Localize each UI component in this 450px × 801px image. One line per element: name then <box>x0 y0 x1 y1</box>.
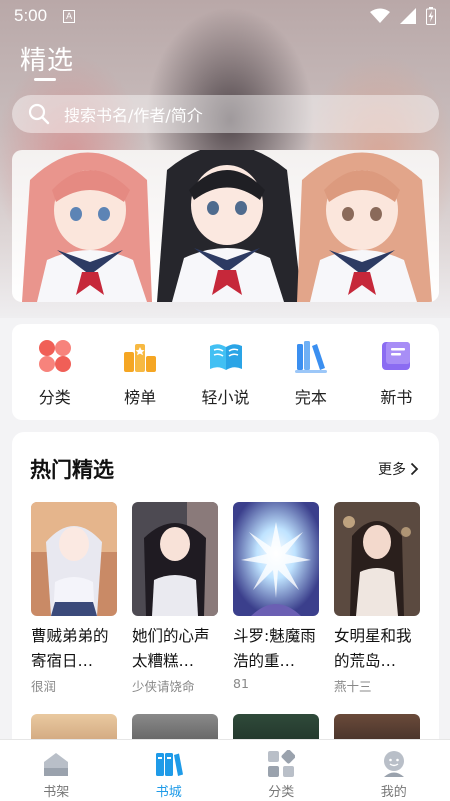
book-item[interactable]: 斗罗:魅魔雨浩的重… 81 <box>233 502 319 695</box>
search-icon <box>28 103 50 125</box>
chevron-right-icon <box>410 462 419 476</box>
book-title: 女明星和我的荒岛… <box>334 627 412 670</box>
status-bar: 5:00 A <box>0 0 450 32</box>
quick-category-label: 轻小说 <box>201 388 250 407</box>
finished-books-icon <box>294 341 327 373</box>
category-icon <box>38 340 71 372</box>
quick-category-label: 分类 <box>38 388 71 407</box>
quick-category-ranking[interactable]: 榜单 <box>97 324 182 420</box>
bookshelf-icon <box>44 753 69 776</box>
featured-banner[interactable] <box>12 150 439 302</box>
more-link[interactable]: 更多 <box>378 459 419 479</box>
quick-category-label: 新书 <box>380 388 413 407</box>
notification-icon: A <box>63 9 76 23</box>
new-book-icon <box>382 342 411 370</box>
nav-profile[interactable]: 我的 <box>338 740 450 801</box>
book-cover <box>31 502 117 616</box>
category-grid-icon <box>268 750 296 777</box>
quick-category-finished[interactable]: 完本 <box>268 324 353 420</box>
profile-icon <box>383 751 404 777</box>
quick-categories: 分类 榜单 轻小说 完本 新书 <box>12 324 439 420</box>
nav-label: 书城 <box>155 785 182 800</box>
quick-category-light-novel[interactable]: 轻小说 <box>183 324 268 420</box>
book-cover <box>233 502 319 616</box>
banner-illustration <box>22 150 432 302</box>
quick-category-label: 完本 <box>294 388 327 407</box>
battery-icon <box>426 7 436 25</box>
bookstore-icon <box>155 753 183 776</box>
book-item[interactable]: 女明星和我的荒岛… 燕十三 <box>334 502 420 695</box>
book-title: 曹贼弟弟的寄宿日… <box>31 627 109 670</box>
book-author: 少侠请饶命 <box>132 679 195 694</box>
light-novel-icon <box>209 344 242 370</box>
nav-category[interactable]: 分类 <box>225 740 338 801</box>
status-time: 5:00 <box>14 6 48 25</box>
book-cover <box>132 502 218 616</box>
page-title: 精选 <box>20 46 75 76</box>
quick-category-classify[interactable]: 分类 <box>12 324 97 420</box>
more-label: 更多 <box>378 462 406 478</box>
search-bar[interactable]: 搜索书名/作者/简介 <box>12 95 439 133</box>
book-author: 很润 <box>31 679 57 694</box>
search-placeholder: 搜索书名/作者/简介 <box>64 106 203 125</box>
quick-category-new[interactable]: 新书 <box>354 324 439 420</box>
title-underline <box>34 78 56 81</box>
nav-bookshelf[interactable]: 书架 <box>0 740 113 801</box>
hot-picks-section: 热门精选 更多 曹贼弟弟的寄宿日… 很润 她们的心声太糟糕… 少侠请饶命 斗罗:… <box>12 432 439 762</box>
quick-category-label: 榜单 <box>124 388 157 407</box>
book-title: 她们的心声太糟糕… <box>132 627 210 670</box>
nav-label: 我的 <box>380 785 407 800</box>
nav-bookstore[interactable]: 书城 <box>113 740 226 801</box>
signal-icon <box>400 8 416 24</box>
book-title: 斗罗:魅魔雨浩的重… <box>233 627 316 670</box>
wifi-icon <box>370 8 390 23</box>
book-item[interactable]: 曹贼弟弟的寄宿日… 很润 <box>31 502 117 695</box>
book-item[interactable]: 她们的心声太糟糕… 少侠请饶命 <box>132 502 218 695</box>
book-author: 燕十三 <box>334 679 372 694</box>
section-title: 热门精选 <box>30 458 114 482</box>
book-author: 81 <box>233 676 249 691</box>
ranking-icon <box>124 344 157 372</box>
nav-label: 分类 <box>268 785 295 800</box>
book-cover <box>334 502 420 616</box>
nav-label: 书架 <box>43 785 70 800</box>
bottom-navigation: 书架 书城 分类 我的 <box>0 739 450 801</box>
